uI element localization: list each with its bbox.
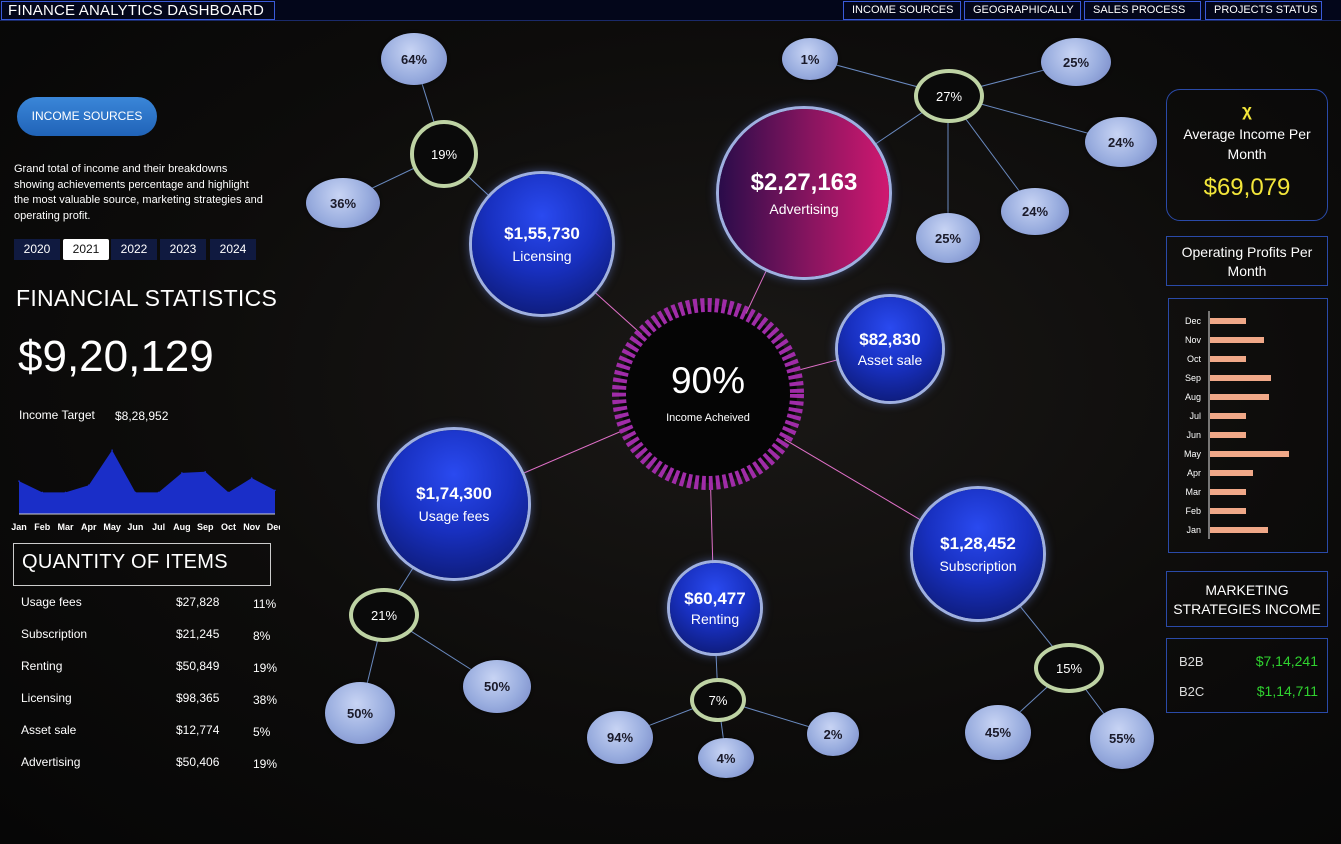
- renting-bubble[interactable]: $60,477 Renting: [670, 563, 760, 653]
- y-tick-label: Nov: [1185, 335, 1202, 345]
- bar: [1210, 470, 1253, 476]
- b2c-label: B2C: [1179, 684, 1205, 699]
- average-income-title: Average Income Per Month: [1183, 126, 1311, 162]
- subscription-share-ring: 15%: [1034, 643, 1104, 693]
- bar: [1210, 527, 1268, 533]
- advertising-sub-bubble: 25%: [916, 213, 980, 263]
- operating-profits-panel: Operating Profits Per Month: [1166, 236, 1328, 286]
- licensing-sub-bubble: 36%: [306, 178, 380, 228]
- advertising-share-ring: 27%: [914, 69, 984, 123]
- bar: [1210, 318, 1246, 324]
- renting-sub-bubble: 4%: [698, 738, 754, 778]
- usage-fees-sub-bubble: 50%: [463, 660, 531, 713]
- usage-fees-label: Usage fees: [418, 508, 490, 524]
- marketing-strategies-panel: MARKETING STRATEGIES INCOME: [1166, 571, 1328, 627]
- advertising-sub-bubble: 1%: [782, 38, 838, 80]
- licensing-value: $1,55,730: [504, 224, 580, 243]
- y-tick-label: Jul: [1189, 411, 1201, 421]
- renting-share-ring: 7%: [690, 678, 746, 722]
- renting-sub-bubble: 2%: [807, 712, 859, 756]
- licensing-share-ring: 19%: [410, 120, 478, 188]
- advertising-value: $2,27,163: [750, 169, 858, 196]
- bar: [1210, 489, 1246, 495]
- income-achieved-label: Income Acheived: [666, 412, 750, 424]
- asset-sale-bubble[interactable]: $82,830 Asset sale: [838, 297, 942, 401]
- y-tick-label: Dec: [1185, 316, 1202, 326]
- bar: [1210, 432, 1246, 438]
- subscription-sub-bubble: 55%: [1090, 708, 1154, 769]
- y-tick-label: Sep: [1185, 373, 1201, 383]
- y-tick-label: Jan: [1186, 525, 1201, 535]
- average-income-panel: χ Average Income Per Month $69,079: [1166, 89, 1328, 221]
- bar: [1210, 394, 1269, 400]
- marketing-strategies-values: B2B $7,14,241 B2C $1,14,711: [1166, 638, 1328, 713]
- renting-label: Renting: [690, 611, 740, 627]
- average-income-value: $69,079: [1203, 174, 1291, 201]
- bar: [1210, 413, 1246, 419]
- licensing-label: Licensing: [512, 248, 572, 264]
- renting-sub-bubble: 94%: [587, 711, 653, 764]
- y-tick-label: Jun: [1186, 430, 1201, 440]
- b2b-label: B2B: [1179, 654, 1204, 669]
- licensing-bubble[interactable]: $1,55,730 Licensing: [472, 174, 612, 314]
- operating-profits-bar-chart: Dec Nov Oct Sep Aug Jul Jun May Apr Mar Feb Jan: [1184, 311, 1289, 539]
- subscription-value: $1,28,452: [940, 534, 1016, 553]
- advertising-bubble[interactable]: $2,27,163 Advertising: [719, 109, 889, 277]
- y-tick-label: Mar: [1186, 487, 1202, 497]
- bar: [1210, 375, 1271, 381]
- y-tick-label: Apr: [1187, 468, 1201, 478]
- bar: [1210, 337, 1264, 343]
- subscription-bubble[interactable]: $1,28,452 Subscription: [913, 489, 1043, 619]
- licensing-sub-bubble: 64%: [381, 33, 447, 85]
- bar: [1210, 451, 1289, 457]
- advertising-sub-bubble: 24%: [1001, 188, 1069, 235]
- usage-fees-value: $1,74,300: [416, 484, 492, 503]
- b2b-value: $7,14,241: [1255, 653, 1318, 669]
- usage-fees-bubble[interactable]: $1,74,300 Usage fees: [380, 430, 528, 578]
- income-achieved-percent: 90%: [670, 360, 746, 401]
- y-tick-label: Oct: [1187, 354, 1202, 364]
- usage-fees-share-ring: 21%: [349, 588, 419, 642]
- y-tick-label: May: [1184, 449, 1202, 459]
- advertising-sub-bubble: 25%: [1041, 38, 1111, 86]
- operating-profits-title: Operating Profits Per Month: [1181, 244, 1313, 279]
- bar: [1210, 508, 1246, 514]
- advertising-label: Advertising: [769, 201, 839, 217]
- operating-profits-chart-panel: Dec Nov Oct Sep Aug Jul Jun May Apr Mar Feb Jan: [1168, 298, 1328, 553]
- subscription-label: Subscription: [939, 558, 1017, 574]
- asset-sale-label: Asset sale: [857, 352, 923, 368]
- chi-icon: χ: [1242, 101, 1252, 120]
- advertising-sub-bubble: 24%: [1085, 117, 1157, 167]
- asset-sale-value: $82,830: [859, 330, 921, 349]
- y-tick-label: Aug: [1185, 392, 1201, 402]
- subscription-sub-bubble: 45%: [965, 705, 1031, 760]
- marketing-strategies-title: MARKETING STRATEGIES INCOME: [1173, 582, 1321, 617]
- y-tick-label: Feb: [1185, 506, 1201, 516]
- bar: [1210, 356, 1246, 362]
- renting-value: $60,477: [684, 589, 746, 608]
- b2c-value: $1,14,711: [1256, 683, 1318, 699]
- usage-fees-sub-bubble: 50%: [325, 682, 395, 744]
